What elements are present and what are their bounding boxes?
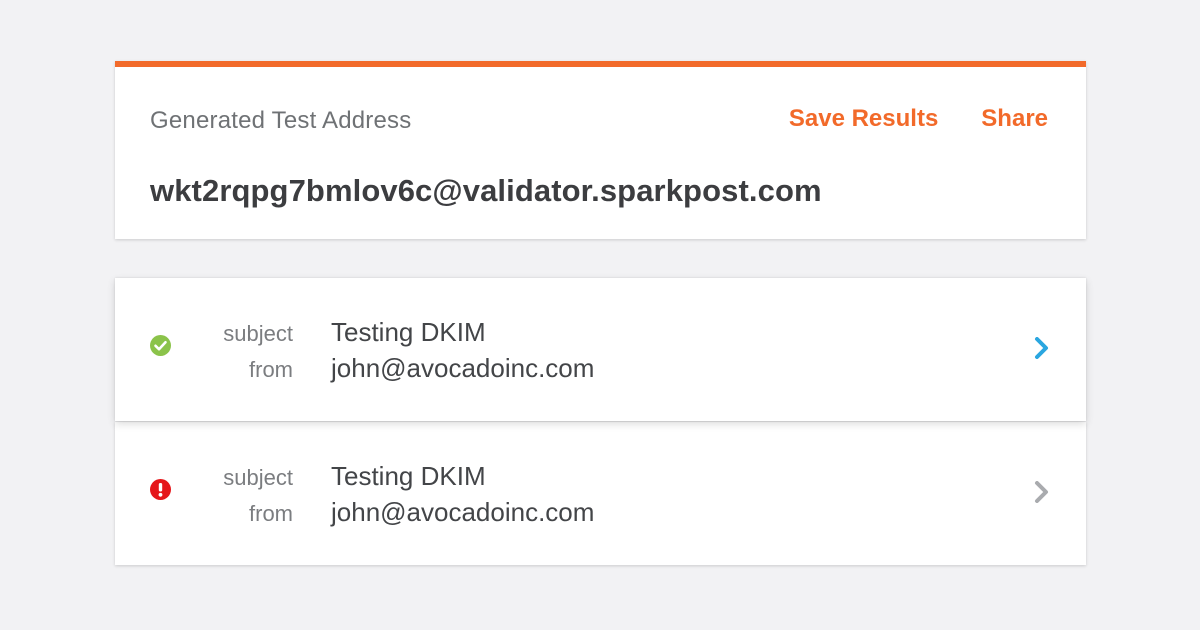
from-label: from: [249, 357, 293, 382]
subject-value: Testing DKIM: [331, 317, 486, 347]
subject-value: Testing DKIM: [331, 461, 486, 491]
check-circle-icon: [150, 335, 171, 356]
test-address-value: wkt2rqpg7bmlov6c@validator.sparkpost.com: [150, 173, 822, 208]
test-address-card: Generated Test Address Save Results Shar…: [115, 61, 1086, 239]
from-value: john@avocadoinc.com: [331, 497, 595, 527]
from-label: from: [249, 501, 293, 526]
chevron-right-icon[interactable]: [1034, 337, 1050, 359]
from-value: john@avocadoinc.com: [331, 353, 595, 383]
message-meta-labels: subject from: [215, 316, 293, 388]
message-row[interactable]: subject from Testing DKIM john@avocadoin…: [115, 422, 1086, 565]
message-meta-values: Testing DKIM john@avocadoinc.com: [331, 314, 594, 386]
subject-label: subject: [223, 465, 293, 490]
exclamation-circle-icon: [150, 479, 171, 500]
share-button[interactable]: Share: [981, 105, 1048, 133]
page: Generated Test Address Save Results Shar…: [0, 0, 1200, 630]
message-meta-labels: subject from: [215, 460, 293, 532]
chevron-right-icon[interactable]: [1034, 481, 1050, 503]
message-meta-values: Testing DKIM john@avocadoinc.com: [331, 458, 594, 530]
message-row[interactable]: subject from Testing DKIM john@avocadoin…: [115, 278, 1086, 421]
subject-label: subject: [223, 321, 293, 346]
save-results-button[interactable]: Save Results: [789, 105, 938, 133]
header-actions: Save Results Share: [789, 105, 1048, 133]
address-label: Generated Test Address: [150, 107, 412, 134]
